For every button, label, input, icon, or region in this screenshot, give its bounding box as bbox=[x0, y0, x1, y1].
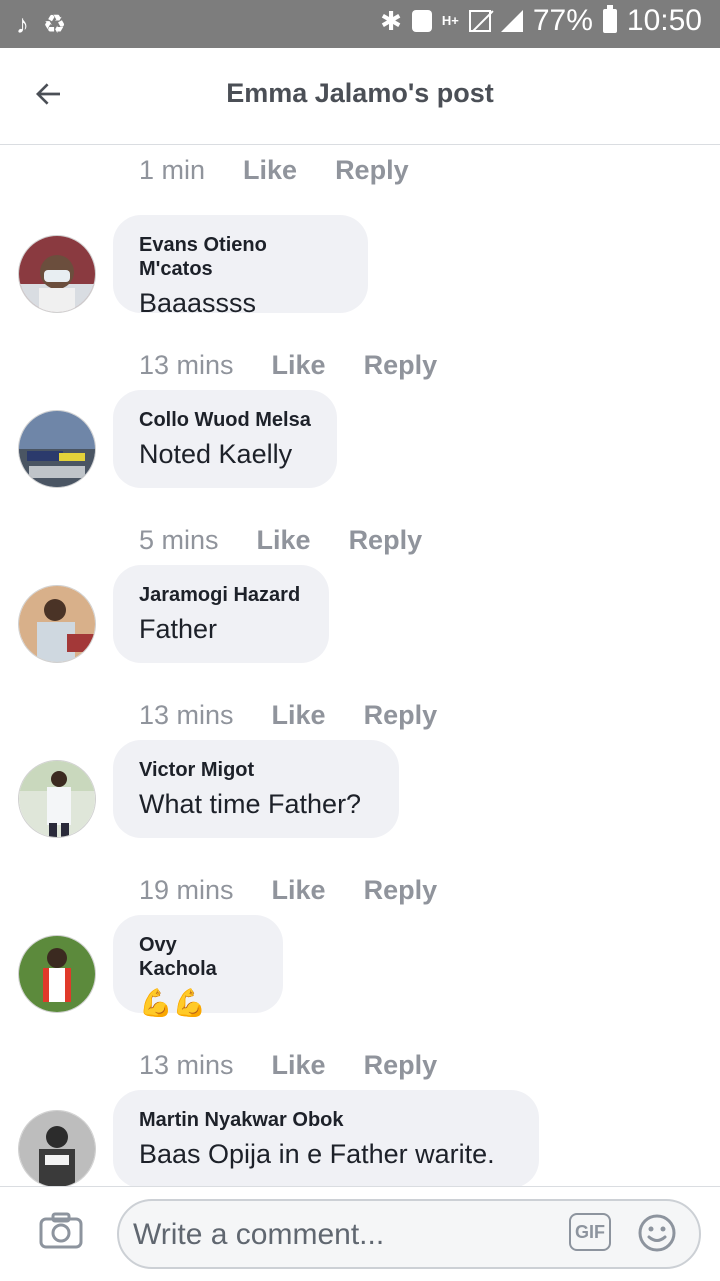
smiley-icon bbox=[638, 1214, 676, 1252]
comment-input[interactable] bbox=[131, 1211, 555, 1259]
comment-author[interactable]: Ovy Kachola bbox=[139, 933, 257, 981]
like-button[interactable]: Like bbox=[257, 525, 311, 556]
reply-button[interactable]: Reply bbox=[335, 155, 409, 186]
comment-text: 💪💪 bbox=[139, 988, 207, 1018]
comment-time: 13 mins bbox=[139, 699, 234, 730]
battery-icon bbox=[602, 5, 617, 33]
avatar[interactable] bbox=[18, 760, 96, 838]
avatar[interactable] bbox=[18, 935, 96, 1013]
comment-input-wrapper[interactable]: GIF bbox=[117, 1199, 701, 1269]
comment-composer: GIF bbox=[0, 1186, 720, 1281]
like-button[interactable]: Like bbox=[272, 700, 326, 731]
no-sim-icon bbox=[468, 10, 491, 32]
comment-item: Evans Otieno M'catos Baaassss bbox=[0, 215, 720, 340]
comment-text: Father bbox=[139, 614, 218, 644]
avatar[interactable] bbox=[18, 1110, 96, 1188]
comment-item: Jaramogi Hazard Father bbox=[0, 565, 720, 690]
music-note-icon: ♪ bbox=[16, 9, 29, 39]
comment-text: Baaassss bbox=[139, 288, 257, 318]
signal-icon bbox=[500, 10, 523, 32]
comment-time: 13 mins bbox=[139, 1049, 234, 1080]
comment-bubble[interactable]: Jaramogi Hazard Father bbox=[113, 565, 329, 663]
avatar[interactable] bbox=[18, 410, 96, 488]
app-header: Emma Jalamo's post bbox=[0, 48, 720, 145]
recycle-icon: ♻ bbox=[43, 9, 67, 39]
avatar[interactable] bbox=[18, 585, 96, 663]
comment-author[interactable]: Collo Wuod Melsa bbox=[139, 408, 311, 432]
comment-bubble[interactable]: Ovy Kachola 💪💪 bbox=[113, 915, 283, 1018]
comments-list[interactable]: 1 min Like Reply Evans Otieno M'catos Ba… bbox=[0, 145, 720, 1215]
status-bar: ♪ ♻ ✱ H+ 77% 10:50 bbox=[0, 0, 720, 48]
clock: 10:50 bbox=[626, 4, 702, 37]
avatar[interactable] bbox=[18, 235, 96, 313]
comment-bubble[interactable]: Collo Wuod Melsa Noted Kaelly bbox=[113, 390, 337, 488]
camera-button[interactable] bbox=[38, 1211, 84, 1251]
network-type: H+ bbox=[441, 13, 459, 28]
comment-meta: 13 mins Like Reply bbox=[0, 690, 720, 740]
comment-item: Ovy Kachola 💪💪 bbox=[0, 915, 720, 1040]
comment-time: 13 mins bbox=[139, 349, 234, 380]
wifi-calling-icon bbox=[411, 10, 432, 32]
reply-button[interactable]: Reply bbox=[364, 1050, 438, 1081]
page-title: Emma Jalamo's post bbox=[226, 78, 494, 108]
comment-item: Victor Migot What time Father? bbox=[0, 740, 720, 865]
comment-text: Noted Kaelly bbox=[139, 439, 293, 469]
emoji-button[interactable] bbox=[637, 1213, 677, 1253]
camera-icon bbox=[39, 1212, 83, 1249]
comment-author[interactable]: Evans Otieno M'catos bbox=[139, 233, 342, 281]
notification-icons: ♪ ♻ bbox=[16, 8, 66, 40]
gif-button[interactable]: GIF bbox=[569, 1213, 611, 1251]
reply-button[interactable]: Reply bbox=[364, 875, 438, 906]
like-button[interactable]: Like bbox=[272, 350, 326, 381]
system-icons: ✱ H+ 77% 10:50 bbox=[380, 4, 702, 38]
like-button[interactable]: Like bbox=[243, 155, 297, 186]
comment-author[interactable]: Victor Migot bbox=[139, 758, 373, 782]
reply-button[interactable]: Reply bbox=[349, 525, 423, 556]
like-button[interactable]: Like bbox=[272, 1050, 326, 1081]
comment-text: What time Father? bbox=[139, 789, 362, 819]
comment-meta: 13 mins Like Reply bbox=[0, 340, 720, 390]
comment-meta: 13 mins Like Reply bbox=[0, 1040, 720, 1090]
comment-time: 1 min bbox=[139, 154, 206, 185]
reply-button[interactable]: Reply bbox=[364, 350, 438, 381]
battery-percent: 77% bbox=[532, 4, 593, 37]
bluetooth-icon: ✱ bbox=[380, 6, 402, 36]
comment-author[interactable]: Martin Nyakwar Obok bbox=[139, 1108, 513, 1132]
comment-text: Baas Opija in e Father warite. bbox=[139, 1139, 495, 1169]
comment-item: Collo Wuod Melsa Noted Kaelly bbox=[0, 390, 720, 515]
comment-bubble[interactable]: Evans Otieno M'catos Baaassss bbox=[113, 215, 368, 318]
reply-button[interactable]: Reply bbox=[364, 700, 438, 731]
comment-meta: 1 min Like Reply bbox=[0, 145, 720, 195]
comment-bubble[interactable]: Victor Migot What time Father? bbox=[113, 740, 399, 838]
comment-time: 5 mins bbox=[139, 524, 219, 555]
comment-meta: 19 mins Like Reply bbox=[0, 865, 720, 915]
comment-bubble[interactable]: Martin Nyakwar Obok Baas Opija in e Fath… bbox=[113, 1090, 539, 1188]
like-button[interactable]: Like bbox=[272, 875, 326, 906]
comment-time: 19 mins bbox=[139, 874, 234, 905]
comment-author[interactable]: Jaramogi Hazard bbox=[139, 583, 303, 607]
comment-meta: 5 mins Like Reply bbox=[0, 515, 720, 565]
